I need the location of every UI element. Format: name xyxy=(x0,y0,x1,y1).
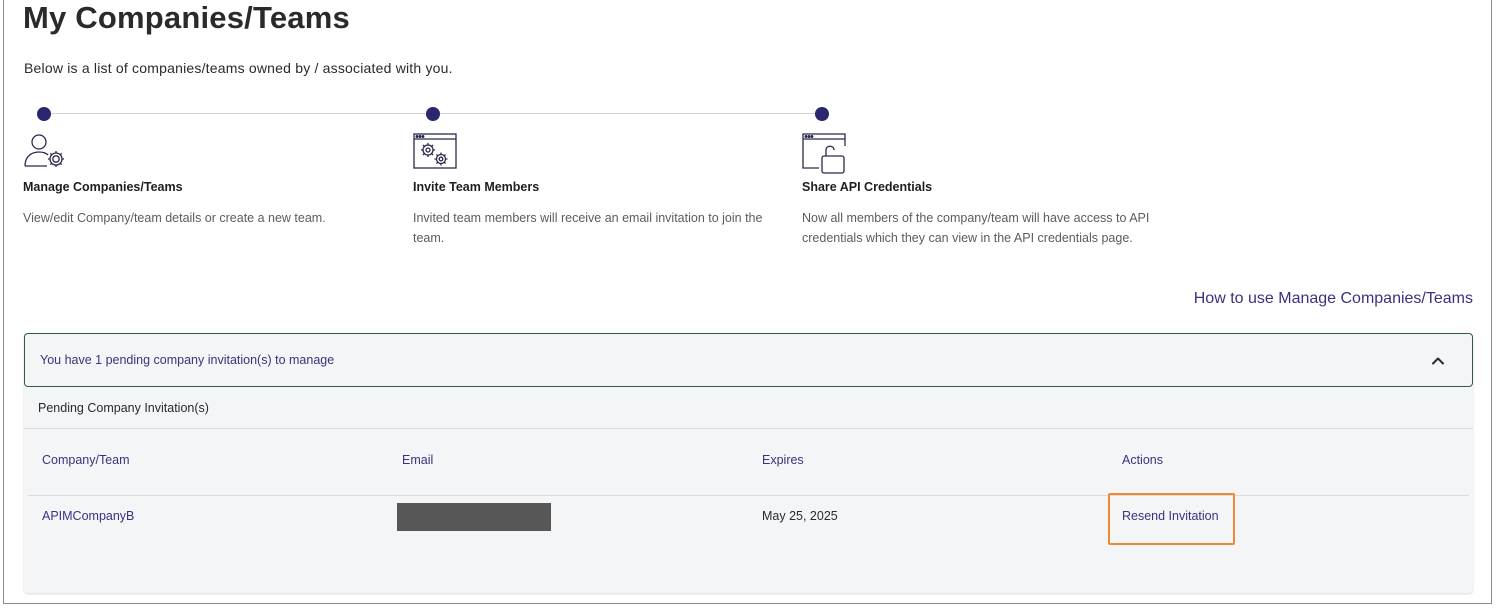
company-name-link[interactable]: APIMCompanyB xyxy=(42,509,134,523)
pending-invitations-summary: You have 1 pending company invitation(s)… xyxy=(40,353,335,367)
page-intro: Below is a list of companies/teams owned… xyxy=(24,60,453,76)
step-1-dot xyxy=(37,107,51,121)
column-header-expires: Expires xyxy=(762,453,804,467)
browser-gears-icon xyxy=(413,133,457,169)
chevron-up-icon[interactable] xyxy=(1430,353,1446,369)
column-header-company: Company/Team xyxy=(42,453,130,467)
step-1-title: Manage Companies/Teams xyxy=(23,180,183,194)
step-3-title: Share API Credentials xyxy=(802,180,933,194)
step-3-description: Now all members of the company/team will… xyxy=(802,211,1150,245)
step-3-dot xyxy=(815,107,829,121)
step-2-title: Invite Team Members xyxy=(413,180,540,194)
pending-invitations-title: Pending Company Invitation(s) xyxy=(38,401,209,415)
table-header-divider xyxy=(28,495,1469,496)
expires-date: May 25, 2025 xyxy=(762,509,838,523)
user-gear-icon xyxy=(24,134,64,167)
browser-unlock-icon xyxy=(802,133,846,174)
resend-invitation-highlight xyxy=(1108,493,1235,545)
redacted-email xyxy=(397,503,551,531)
step-2-dot xyxy=(426,107,440,121)
column-header-actions: Actions xyxy=(1122,453,1163,467)
column-header-email: Email xyxy=(402,453,434,467)
step-2-description: Invited team members will receive an ema… xyxy=(413,211,763,245)
pending-invitations-toggle[interactable]: You have 1 pending company invitation(s)… xyxy=(24,333,1473,387)
step-1-description: View/edit Company/team details or create… xyxy=(23,211,326,225)
how-to-use-link[interactable]: How to use Manage Companies/Teams xyxy=(1194,290,1473,308)
pending-invitations-accordion: You have 1 pending company invitation(s)… xyxy=(24,333,1473,593)
page-title: My Companies/Teams xyxy=(23,0,350,35)
divider xyxy=(24,428,1473,429)
